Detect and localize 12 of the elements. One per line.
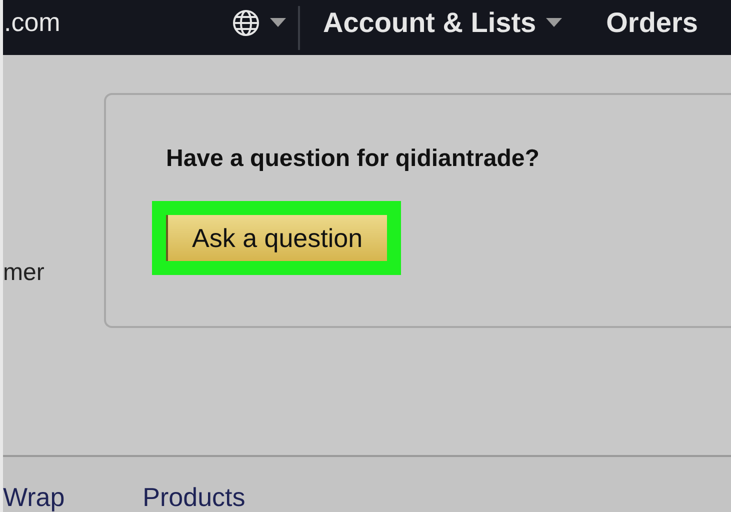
footer-link[interactable]: Wrap (3, 482, 65, 512)
account-menu[interactable]: Account & Lists (323, 2, 562, 44)
question-heading: Have a question for qidiantrade? (166, 144, 540, 174)
domain-text: .com (4, 6, 62, 39)
orders-link[interactable]: Orders (606, 2, 698, 44)
caret-icon (546, 18, 562, 27)
ask-question-button[interactable]: Ask a question (166, 215, 387, 261)
language-button[interactable] (232, 8, 286, 36)
globe-icon (232, 8, 260, 36)
side-text: mer (3, 259, 44, 286)
footer-link[interactable]: Products (142, 482, 246, 512)
caret-icon (270, 18, 286, 27)
